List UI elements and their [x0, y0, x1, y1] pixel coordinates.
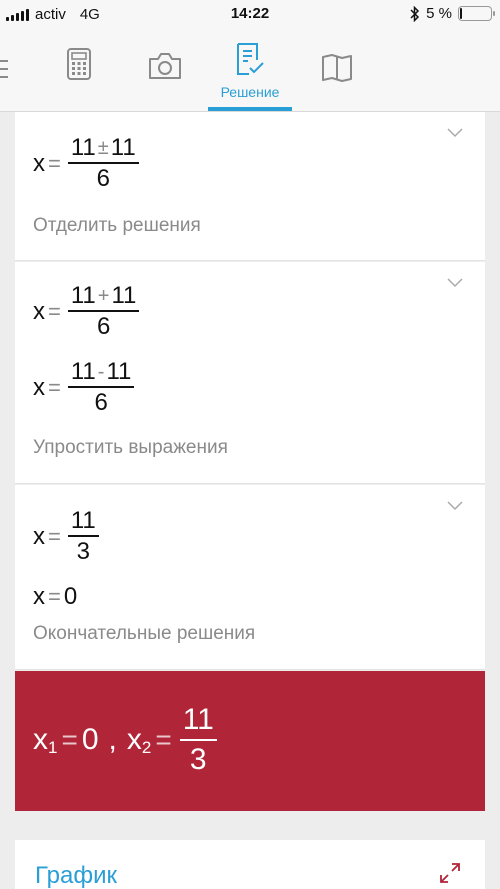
bluetooth-icon	[410, 5, 420, 22]
step-caption: Упростить выражения	[33, 437, 228, 458]
step-caption: Окончательные решения	[33, 623, 256, 644]
toolbar: Решение	[0, 30, 500, 112]
chevron-down-icon[interactable]	[447, 501, 463, 511]
final-answer: x1 = 0 , x2 = 11 3	[15, 671, 485, 811]
step-card[interactable]: x = 11 ±11 6 Отделить решения	[15, 112, 485, 261]
chevron-down-icon[interactable]	[447, 128, 463, 138]
active-tab-indicator	[208, 107, 292, 111]
fraction: 11-11 6	[67, 358, 135, 418]
chevron-down-icon[interactable]	[447, 278, 463, 288]
step-caption: Отделить решения	[33, 215, 201, 236]
expand-icon[interactable]	[439, 862, 461, 884]
equation: x = 11 3	[33, 507, 99, 567]
answer-equation: x1 = 0 , x2 = 11 3	[33, 701, 217, 779]
status-bar: activ 4G 14:22 5 %	[0, 0, 500, 30]
solution-icon[interactable]	[235, 42, 265, 81]
book-icon[interactable]	[321, 54, 353, 87]
step-card[interactable]: x = 11 +11 6 x = 11-11 6 Упростить выраже…	[15, 262, 485, 484]
fraction: 11 ±11 6	[67, 134, 139, 194]
camera-icon[interactable]	[147, 52, 183, 85]
equation: x = 0	[33, 583, 78, 610]
equation: x = 11-11 6	[33, 358, 135, 418]
battery-icon	[458, 6, 495, 21]
fraction: 11 3	[179, 701, 217, 779]
graph-title[interactable]: График	[35, 862, 117, 889]
equation: x = 11 +11 6	[33, 282, 140, 342]
equation: x = 11 ±11 6	[33, 134, 139, 194]
graph-card[interactable]: График	[15, 840, 485, 889]
menu-icon[interactable]	[0, 60, 8, 84]
calculator-icon[interactable]	[66, 48, 92, 85]
step-card[interactable]: x = 11 3 x = 0 Окончательные решения	[15, 485, 485, 670]
tab-solution-label[interactable]: Решение	[200, 84, 300, 100]
fraction: 11 +11 6	[67, 282, 140, 342]
battery-percent: 5 %	[426, 5, 452, 22]
fraction: 11 3	[67, 507, 99, 567]
